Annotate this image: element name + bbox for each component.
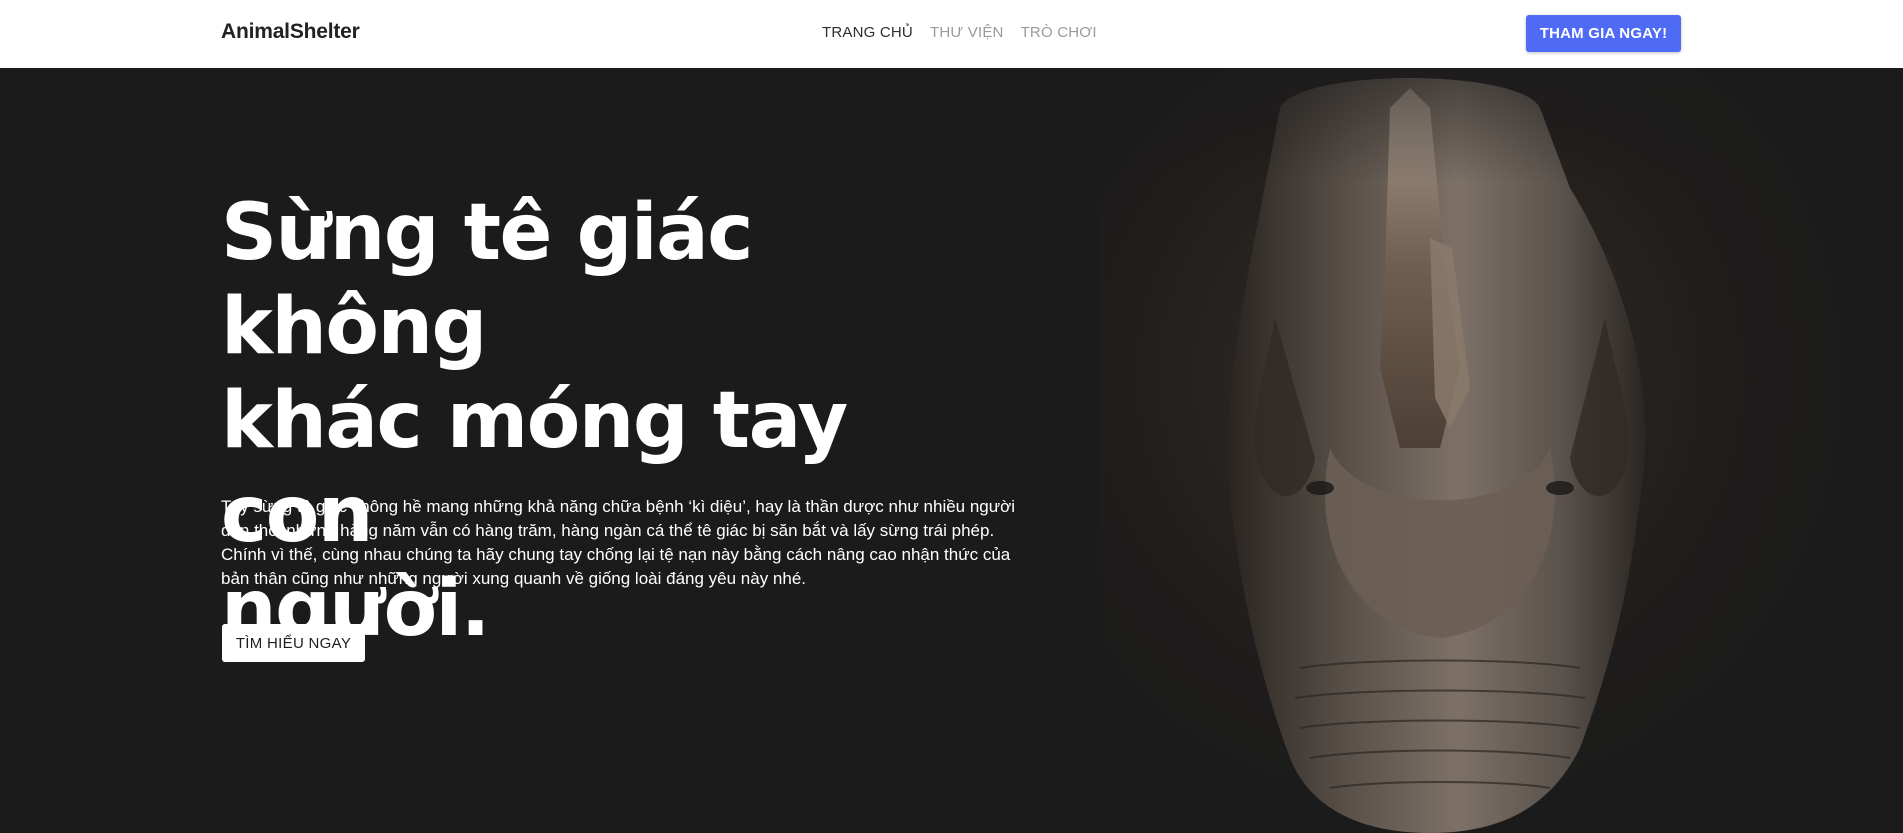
nav-link-library[interactable]: THƯ VIỆN [930, 24, 1004, 41]
hero-section: Sừng tê giác không khác móng tay con ngư… [0, 68, 1903, 833]
nav-link-games[interactable]: TRÒ CHƠI [1021, 24, 1097, 41]
brand-logo[interactable]: AnimalShelter [221, 20, 360, 44]
nav-link-home[interactable]: TRANG CHỦ [822, 24, 913, 41]
hero-description-line: Tuy sừng tê giác không hề mang những khả… [221, 497, 1016, 516]
main-nav: TRANG CHỦ THƯ VIỆN TRÒ CHƠI [822, 24, 1097, 41]
hero-description-line: đồn thổi nhưng hàng năm vẫn có hàng trăm… [221, 521, 995, 540]
hero-title-line: Sừng tê giác không [221, 188, 754, 372]
rhino-image [1100, 68, 1903, 833]
learn-more-button[interactable]: TÌM HIỂU NGAY [222, 624, 365, 662]
top-navbar: AnimalShelter TRANG CHỦ THƯ VIỆN TRÒ CHƠ… [0, 0, 1903, 68]
hero-description: Tuy sừng tê giác không hề mang những khả… [221, 495, 1033, 591]
join-now-button[interactable]: THAM GIA NGAY! [1526, 15, 1681, 52]
hero-description-line: bản thân cũng như những người xung quanh… [221, 569, 807, 588]
hero-description-line: Chính vì thế, cùng nhau chúng ta hãy chu… [221, 545, 1011, 564]
